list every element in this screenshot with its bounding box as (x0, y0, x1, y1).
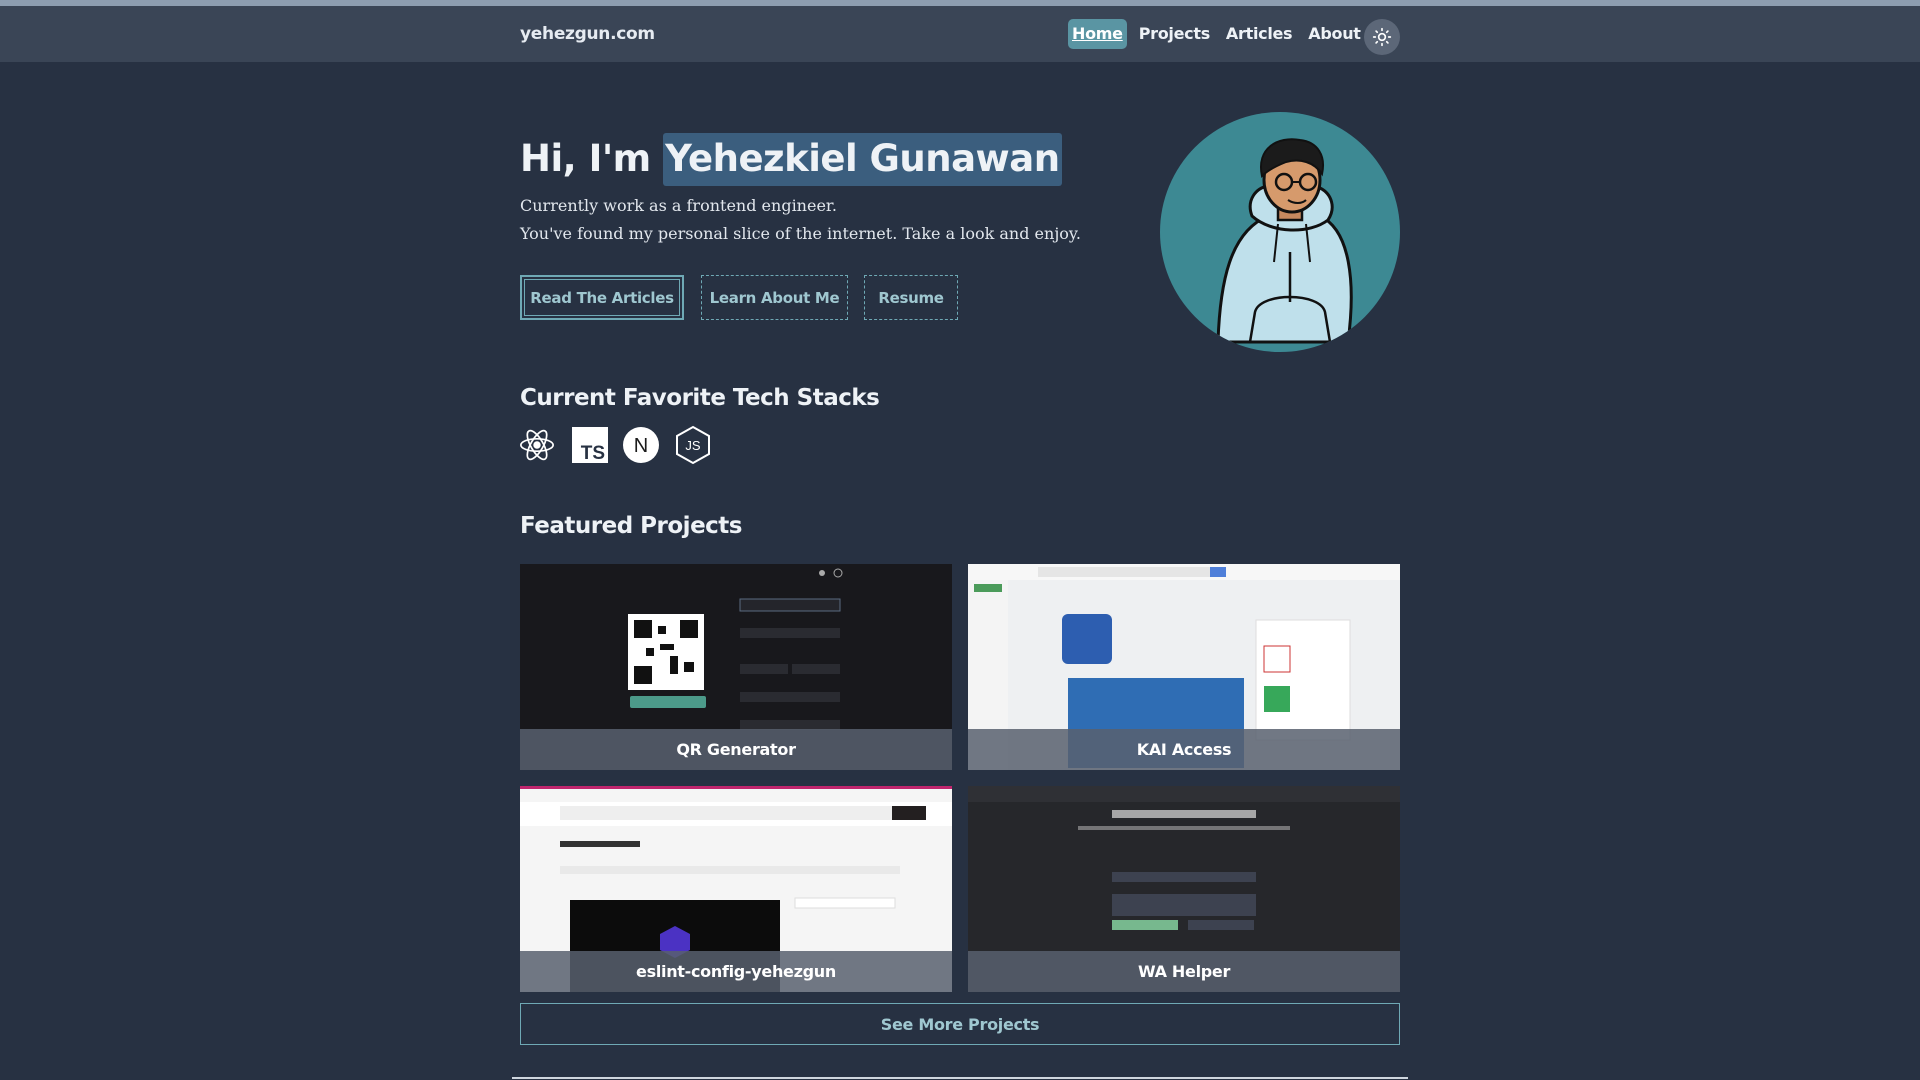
svg-text:JS: JS (685, 438, 701, 453)
nav-home[interactable]: Home (1068, 19, 1127, 49)
hero-title: Hi, I'm Yehezkiel Gunawan (520, 133, 1062, 186)
site-brand[interactable]: yehezgun.com (520, 24, 655, 44)
tech-stack-title: Current Favorite Tech Stacks (520, 385, 880, 411)
project-card-eslint-config[interactable]: eslint-config-yehezgun (520, 786, 952, 992)
hero-subtitle-1: Currently work as a frontend engineer. (520, 196, 837, 215)
see-more-projects-button[interactable]: See More Projects (520, 1003, 1400, 1045)
featured-projects-title: Featured Projects (520, 513, 742, 539)
resume-button[interactable]: Resume (864, 275, 958, 320)
learn-about-me-button[interactable]: Learn About Me (701, 275, 848, 320)
site-header: yehezgun.com Home Projects Articles Abou… (0, 6, 1920, 62)
project-name: eslint-config-yehezgun (520, 951, 952, 992)
nodejs-icon: JS (674, 425, 712, 465)
svg-text:TS: TS (581, 443, 605, 463)
nav-projects[interactable]: Projects (1139, 19, 1211, 49)
avatar (1160, 112, 1400, 352)
footer-divider (512, 1077, 1408, 1079)
svg-text:N: N (634, 435, 648, 457)
project-card-kai-access[interactable]: KAI Access (968, 564, 1400, 770)
project-card-qr-generator[interactable]: QR Generator (520, 564, 952, 770)
avatar-illustration (1216, 138, 1353, 344)
project-name: WA Helper (968, 951, 1400, 992)
hero-name: Yehezkiel Gunawan (663, 133, 1062, 186)
read-articles-button[interactable]: Read The Articles (520, 275, 684, 320)
main-nav: Home Projects Articles About Me (1068, 19, 1408, 49)
hero-subtitle-2: You've found my personal slice of the in… (520, 224, 1081, 243)
sun-icon (1372, 27, 1392, 47)
typescript-icon: TS (571, 426, 609, 464)
project-name: QR Generator (520, 729, 952, 770)
hero-greeting: Hi, I'm (520, 137, 651, 180)
react-icon (518, 426, 556, 464)
nav-articles[interactable]: Articles (1226, 19, 1293, 49)
nextjs-icon: N (622, 426, 660, 464)
project-card-wa-helper[interactable]: WA Helper (968, 786, 1400, 992)
project-name: KAI Access (968, 729, 1400, 770)
theme-toggle-button[interactable] (1364, 19, 1400, 55)
